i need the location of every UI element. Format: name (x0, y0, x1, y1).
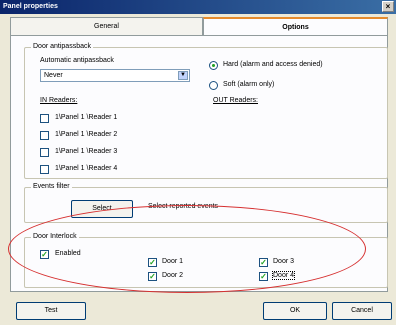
cancel-button[interactable]: Cancel (332, 302, 392, 320)
select-events-button[interactable]: Select (71, 200, 133, 218)
in-reader-4-label: 1\Panel 1 \Reader 4 (55, 165, 118, 172)
enabled-checkbox[interactable]: ✓ (40, 250, 49, 259)
in-reader-2-label: 1\Panel 1 \Reader 2 (55, 131, 118, 138)
in-reader-3-label: 1\Panel 1 \Reader 3 (55, 148, 118, 155)
in-reader-1-label: 1\Panel 1 \Reader 1 (55, 114, 118, 121)
door-3-checkbox[interactable]: ✓ (259, 258, 268, 267)
soft-radio[interactable] (209, 81, 218, 90)
door-2-checkbox[interactable]: ✓ (148, 272, 157, 281)
in-reader-3-checkbox[interactable] (40, 148, 49, 157)
door-1-label: Door 1 (162, 258, 184, 265)
tab-options[interactable]: Options (203, 17, 388, 35)
in-readers-label: IN Readers: (40, 97, 78, 104)
soft-radio-label: Soft (alarm only) (223, 81, 275, 88)
door-3-label: Door 3 (273, 258, 295, 265)
door-antipassback-group: Door antipassback (24, 43, 388, 179)
door-4-label: Door 4 (271, 271, 296, 280)
window-title: Panel properties (3, 3, 58, 10)
door-interlock-group: Door Interlock (24, 233, 388, 288)
window-titlebar: Panel properties × (0, 0, 396, 14)
door-1-checkbox[interactable]: ✓ (148, 258, 157, 267)
tab-general[interactable]: General (10, 17, 203, 35)
hard-radio[interactable] (209, 61, 218, 70)
enabled-label: Enabled (55, 250, 81, 257)
automatic-antipassback-value: Never (44, 72, 63, 79)
out-readers-label: OUT Readers: (213, 97, 258, 104)
door-2-label: Door 2 (162, 272, 184, 279)
in-reader-4-checkbox[interactable] (40, 165, 49, 174)
close-button[interactable]: × (382, 1, 394, 12)
select-events-description: Select reported events (148, 203, 219, 210)
door-antipassback-title: Door antipassback (31, 43, 93, 50)
automatic-antipassback-label: Automatic antipassback (40, 57, 114, 64)
door-4-checkbox[interactable]: ✓ (259, 272, 268, 281)
automatic-antipassback-select[interactable]: Never ▼ (40, 69, 190, 82)
door-interlock-title: Door Interlock (31, 233, 79, 240)
events-filter-title: Events filter (31, 183, 72, 190)
in-reader-1-checkbox[interactable] (40, 114, 49, 123)
hard-radio-label: Hard (alarm and access denied) (223, 61, 323, 68)
ok-button[interactable]: OK (263, 302, 327, 320)
chevron-down-icon[interactable]: ▼ (178, 71, 188, 80)
in-reader-2-checkbox[interactable] (40, 131, 49, 140)
test-button[interactable]: Test (16, 302, 86, 320)
